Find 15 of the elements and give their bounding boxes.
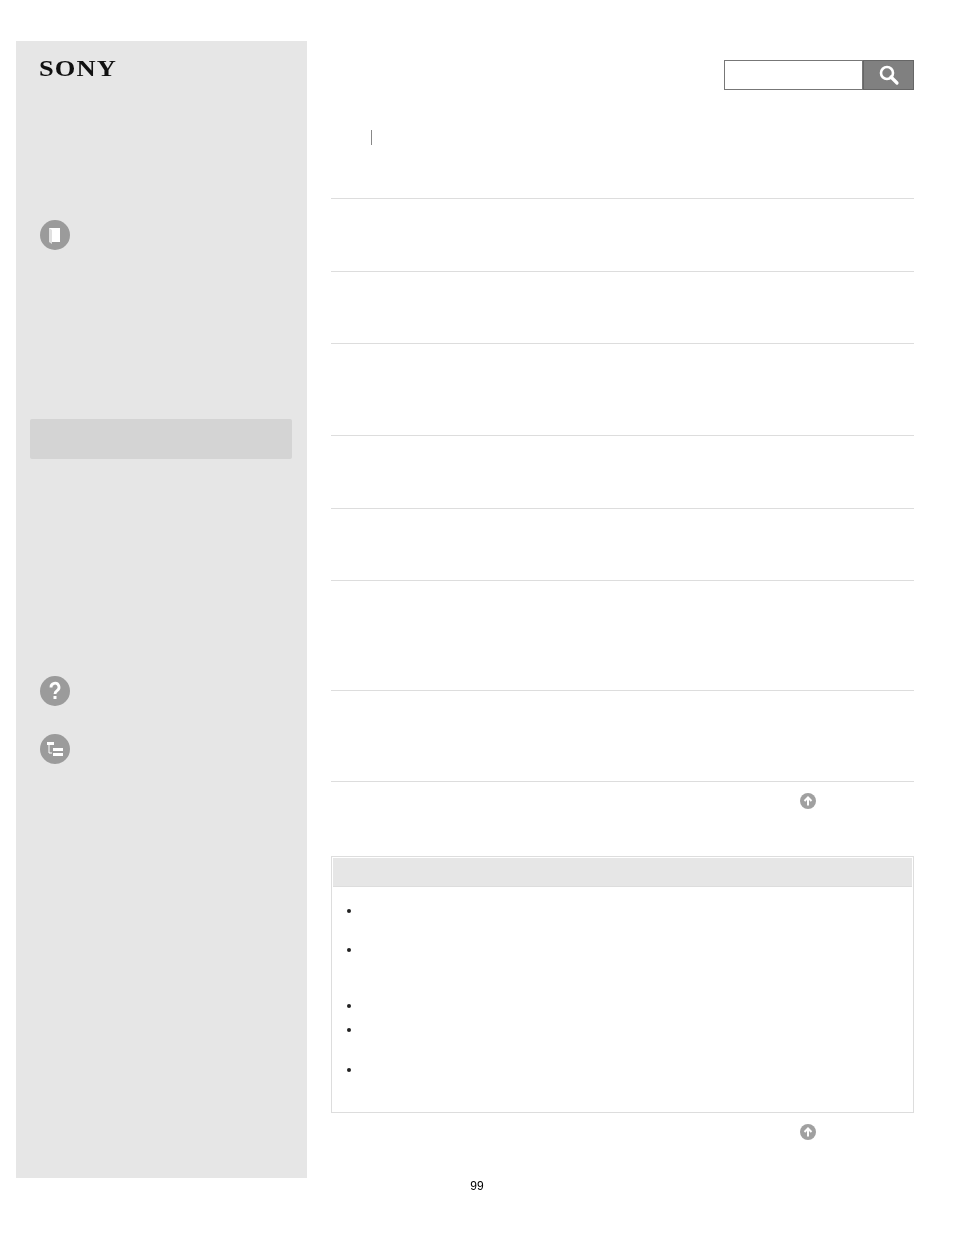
bullet-icon (347, 909, 351, 913)
help-icon[interactable] (40, 676, 70, 706)
search-field[interactable] (724, 60, 863, 90)
bullet-icon (347, 1028, 351, 1032)
back-to-top-icon[interactable] (800, 793, 816, 809)
back-to-top-icon[interactable] (800, 1124, 816, 1140)
bullet-icon (347, 948, 351, 952)
bullet-icon (347, 1004, 351, 1008)
page-number: 99 (470, 1179, 484, 1193)
bullet-icon (347, 1068, 351, 1072)
sony-logo: SONY (39, 55, 118, 83)
search-icon (877, 64, 900, 86)
book-icon[interactable] (40, 220, 70, 250)
sitemap-icon[interactable] (40, 734, 70, 764)
search-button[interactable] (863, 60, 914, 90)
